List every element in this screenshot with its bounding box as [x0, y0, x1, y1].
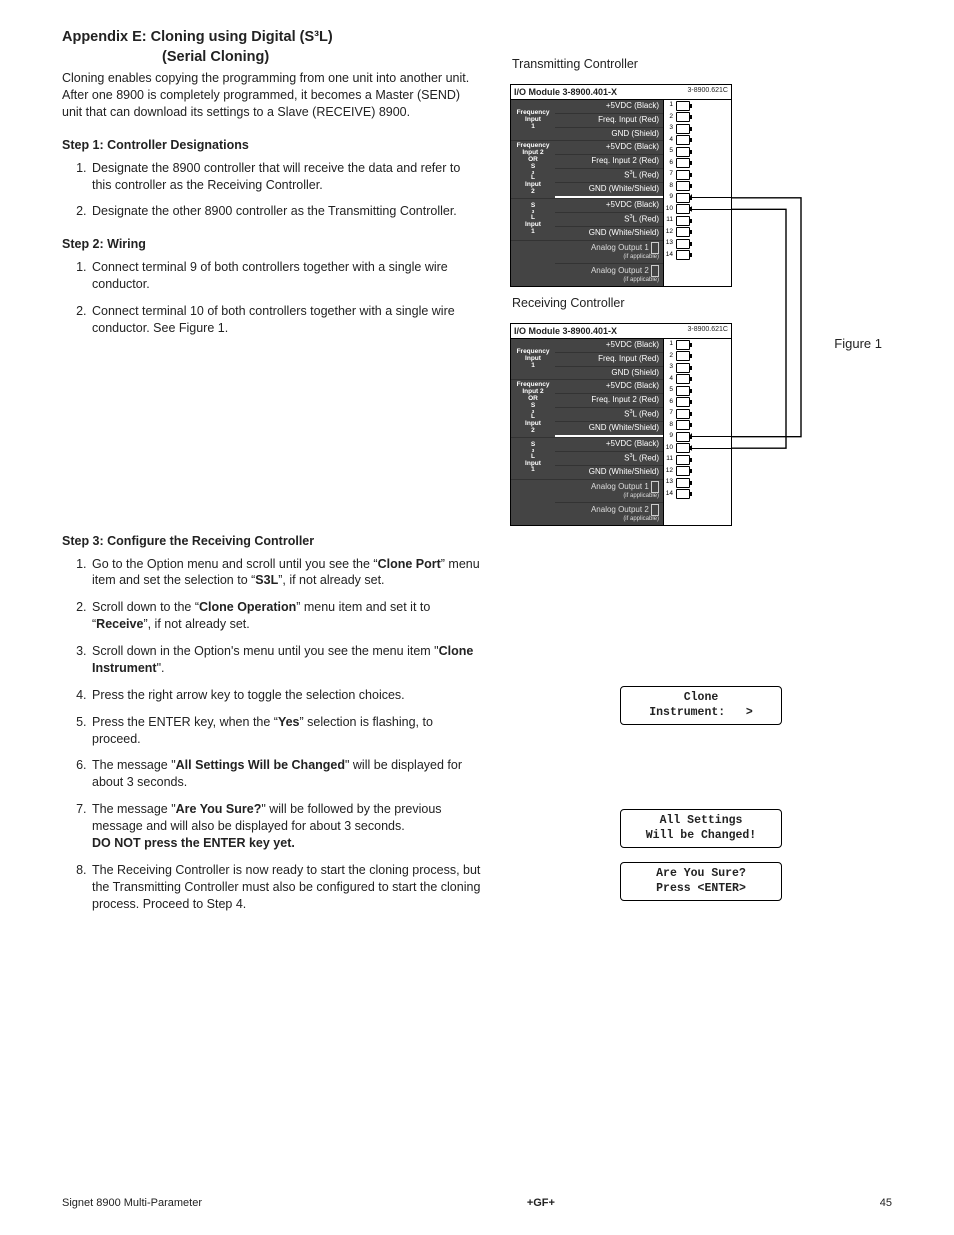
terminal-12: 12	[664, 465, 731, 477]
signal-label: +5VDC (Black)	[555, 100, 663, 113]
module-code: 3-8900.621C	[685, 85, 731, 99]
signal-label: S3L (Red)	[555, 451, 663, 465]
terminal-3: 3	[664, 123, 731, 135]
terminal-4: 4	[664, 135, 731, 147]
terminal-8: 8	[664, 181, 731, 193]
terminal-14: 14	[664, 488, 731, 500]
step3-list: Go to the Option menu and scroll until y…	[62, 556, 482, 913]
signal-label: Analog Output 2 (if applicable)	[555, 263, 663, 286]
signal-label: +5VDC (Black)	[555, 141, 663, 154]
terminal-6: 6	[664, 396, 731, 408]
signal-label: S3L (Red)	[555, 212, 663, 226]
appendix-heading: Appendix E: Cloning using Digital (S³L) …	[62, 28, 482, 67]
group-label: S3LInput1	[511, 199, 555, 240]
terminal-13: 13	[664, 238, 731, 250]
step3-title: Step 3: Configure the Receiving Controll…	[62, 533, 482, 550]
lcd-all-settings: All Settings Will be Changed!	[620, 809, 782, 848]
signal-label: GND (Shield)	[555, 127, 663, 141]
terminal-2: 2	[664, 350, 731, 362]
receiving-module-diagram: I/O Module 3-8900.401-X3-8900.621C Freque…	[510, 323, 732, 526]
terminal-4: 4	[664, 373, 731, 385]
group-label	[511, 480, 555, 525]
signal-label: Freq. Input 2 (Red)	[555, 393, 663, 407]
list-item: Scroll down in the Option's menu until y…	[90, 643, 482, 677]
signal-label: Freq. Input (Red)	[555, 113, 663, 127]
signal-label: +5VDC (Black)	[555, 339, 663, 352]
group-label	[511, 241, 555, 286]
terminal-9: 9	[664, 431, 731, 443]
terminal-1: 1	[664, 100, 731, 112]
terminal-12: 12	[664, 227, 731, 239]
terminal-9: 9	[664, 192, 731, 204]
group-label: FrequencyInput 2ORS3LInput2	[511, 141, 555, 197]
terminal-6: 6	[664, 158, 731, 170]
terminal-3: 3	[664, 362, 731, 374]
intro-paragraph: Cloning enables copying the programming …	[62, 70, 482, 121]
signal-label: Analog Output 2 (if applicable)	[555, 502, 663, 525]
step2-title: Step 2: Wiring	[62, 236, 482, 253]
footer-page-number: 45	[880, 1196, 892, 1211]
group-label: FrequencyInput1	[511, 339, 555, 379]
terminal-13: 13	[664, 477, 731, 489]
figure-1-label: Figure 1	[834, 335, 882, 353]
terminal-7: 7	[664, 169, 731, 181]
signal-label: GND (White/Shield)	[555, 421, 663, 435]
list-item: Designate the other 8900 controller as t…	[90, 203, 482, 220]
module-header: I/O Module 3-8900.401-X	[511, 85, 685, 99]
signal-label: Freq. Input 2 (Red)	[555, 154, 663, 168]
lcd-are-you-sure: Are You Sure? Press <ENTER>	[620, 862, 782, 901]
list-item: Press the right arrow key to toggle the …	[90, 687, 482, 704]
list-item: Go to the Option menu and scroll until y…	[90, 556, 482, 590]
signal-label: GND (White/Shield)	[555, 182, 663, 196]
module-header: I/O Module 3-8900.401-X	[511, 324, 685, 338]
transmitting-module-diagram: I/O Module 3-8900.401-X3-8900.621C Freque…	[510, 84, 732, 287]
group-label: S3LInput1	[511, 438, 555, 479]
list-item: Connect terminal 10 of both controllers …	[90, 303, 482, 337]
terminal-10: 10	[664, 442, 731, 454]
list-item: The message "All Settings Will be Change…	[90, 757, 482, 791]
signal-label: +5VDC (Black)	[555, 199, 663, 212]
signal-label: S3L (Red)	[555, 168, 663, 182]
list-item: The message "Are You Sure?" will be foll…	[90, 801, 482, 852]
list-item: Scroll down to the “Clone Operation” men…	[90, 599, 482, 633]
lcd-clone-instrument: Clone Instrument: >	[620, 686, 782, 725]
terminal-5: 5	[664, 146, 731, 158]
terminal-1: 1	[664, 339, 731, 351]
step1-title: Step 1: Controller Designations	[62, 137, 482, 154]
signal-label: +5VDC (Black)	[555, 380, 663, 393]
footer-left: Signet 8900 Multi-Parameter	[62, 1196, 202, 1211]
heading-main: Appendix E: Cloning using Digital (S³L)	[62, 29, 333, 45]
signal-label: +5VDC (Black)	[555, 438, 663, 451]
signal-label: S3L (Red)	[555, 407, 663, 421]
signal-label: GND (Shield)	[555, 366, 663, 380]
step2-list: Connect terminal 9 of both controllers t…	[62, 259, 482, 337]
list-item: Designate the 8900 controller that will …	[90, 160, 482, 194]
signal-label: Analog Output 1 (if applicable)	[555, 241, 663, 263]
terminal-14: 14	[664, 250, 731, 262]
terminal-2: 2	[664, 112, 731, 124]
list-item: The Receiving Controller is now ready to…	[90, 862, 482, 913]
group-label: FrequencyInput 2ORS3LInput2	[511, 380, 555, 436]
signal-label: Analog Output 1 (if applicable)	[555, 480, 663, 502]
signal-label: Freq. Input (Red)	[555, 352, 663, 366]
group-label: FrequencyInput1	[511, 100, 555, 140]
terminal-11: 11	[664, 215, 731, 227]
terminal-11: 11	[664, 454, 731, 466]
terminal-5: 5	[664, 385, 731, 397]
list-item: Press the ENTER key, when the “Yes” sele…	[90, 714, 482, 748]
module-code: 3-8900.621C	[685, 324, 731, 338]
heading-sub: (Serial Cloning)	[162, 48, 482, 68]
connection-wires-icon	[731, 56, 851, 526]
terminal-10: 10	[664, 204, 731, 216]
signal-label: GND (White/Shield)	[555, 465, 663, 479]
terminal-8: 8	[664, 419, 731, 431]
step1-list: Designate the 8900 controller that will …	[62, 160, 482, 221]
terminal-7: 7	[664, 408, 731, 420]
footer-center-logo: +GF+	[527, 1196, 555, 1211]
list-item: Connect terminal 9 of both controllers t…	[90, 259, 482, 293]
signal-label: GND (White/Shield)	[555, 226, 663, 240]
